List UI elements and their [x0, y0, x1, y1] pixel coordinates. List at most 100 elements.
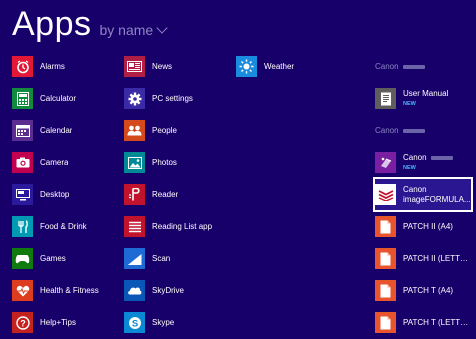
- imageformula-icon: [375, 184, 396, 205]
- group-header-canon: Canon: [375, 51, 471, 82]
- app-label: Reading List app: [152, 221, 213, 231]
- app-patch-ii-a4[interactable]: PATCH II (A4): [375, 211, 471, 242]
- app-label: User Manual: [403, 89, 449, 98]
- sort-label: by name: [99, 22, 154, 38]
- scan-icon: [124, 248, 145, 269]
- alarm-icon: [12, 56, 33, 77]
- group-header-label: Canon: [375, 62, 399, 71]
- app-people[interactable]: People: [124, 115, 244, 146]
- desktop-icon: [12, 184, 33, 205]
- help-icon: ?: [12, 312, 33, 333]
- games-icon: [12, 248, 33, 269]
- apps-header: Apps by name: [12, 4, 168, 44]
- app-patch-t-a4[interactable]: PATCH T (A4): [375, 275, 471, 306]
- group-header-label: Canon: [375, 126, 399, 135]
- food-drink-icon: [12, 216, 33, 237]
- new-badge: NEW: [403, 165, 416, 171]
- app-label: Games: [40, 253, 66, 263]
- canon-app-icon: [375, 152, 396, 173]
- app-user-manual[interactable]: User Manual NEW: [375, 83, 471, 114]
- gear-icon: [124, 88, 145, 109]
- app-label: Help+Tips: [40, 317, 76, 327]
- redacted-text: [402, 64, 425, 69]
- app-desktop[interactable]: Desktop: [12, 179, 132, 210]
- app-label: Weather: [264, 61, 295, 71]
- app-label: Food & Drink: [40, 221, 87, 231]
- app-label: Camera: [40, 157, 69, 167]
- svg-text:?: ?: [20, 318, 26, 328]
- calendar-icon: [12, 120, 33, 141]
- reading-list-icon: [124, 216, 145, 237]
- app-label: Canon: [403, 153, 427, 162]
- app-label: Calculator: [40, 93, 77, 103]
- app-help-tips[interactable]: ? Help+Tips: [12, 307, 132, 338]
- app-label: Photos: [152, 157, 177, 167]
- app-label-block: Canon imageFORMULA...: [403, 185, 471, 205]
- camera-icon: [12, 152, 33, 173]
- app-reading-list[interactable]: Reading List app: [124, 211, 244, 242]
- app-label: News: [152, 61, 173, 71]
- app-patch-t-letter[interactable]: PATCH T (LETTER): [375, 307, 471, 338]
- app-label-line1: Canon: [403, 184, 427, 194]
- app-weather[interactable]: Weather: [236, 51, 356, 82]
- document-icon: [375, 88, 396, 109]
- calculator-icon: [12, 88, 33, 109]
- app-reader[interactable]: Reader: [124, 179, 244, 210]
- app-label: Desktop: [40, 189, 70, 199]
- app-label: Skype: [152, 317, 175, 327]
- app-label: PATCH T (A4): [403, 285, 454, 295]
- app-calculator[interactable]: Calculator: [12, 83, 132, 114]
- health-fitness-icon: [12, 280, 33, 301]
- app-label: SkyDrive: [152, 285, 185, 295]
- page-title: Apps: [12, 5, 92, 43]
- app-label: Reader: [152, 189, 179, 199]
- app-label: PATCH T (LETTER): [403, 317, 471, 327]
- people-icon: [124, 120, 145, 141]
- app-label: Scan: [152, 253, 171, 263]
- app-column-3: Weather: [236, 51, 356, 83]
- sort-by-name-dropdown[interactable]: by name: [99, 21, 168, 38]
- app-column-1: Alarms Calculator Calendar Camera Deskto…: [12, 51, 132, 339]
- app-calendar[interactable]: Calendar: [12, 115, 132, 146]
- app-column-4: Canon User Manual NEW Canon Canon NEW Ca…: [373, 51, 473, 339]
- app-canon[interactable]: Canon NEW: [375, 147, 471, 178]
- app-health-fitness[interactable]: Health & Fitness: [12, 275, 132, 306]
- app-label: PC settings: [152, 93, 193, 103]
- app-label: Alarms: [40, 61, 65, 71]
- app-pc-settings[interactable]: PC settings: [124, 83, 244, 114]
- redacted-text: [402, 128, 425, 133]
- app-label: Calendar: [40, 125, 73, 135]
- new-badge: NEW: [403, 101, 416, 107]
- app-label-line2: imageFORMULA...: [403, 194, 471, 204]
- document-icon: [375, 280, 396, 301]
- reader-icon: [124, 184, 145, 205]
- app-skydrive[interactable]: SkyDrive: [124, 275, 244, 306]
- app-canon-imageformula[interactable]: Canon imageFORMULA...: [373, 177, 473, 212]
- chevron-down-icon: [156, 21, 168, 34]
- news-icon: [124, 56, 145, 77]
- app-column-2: News PC settings People Photos Reader Re…: [124, 51, 244, 339]
- document-icon: [375, 248, 396, 269]
- group-header-canon-2: Canon: [375, 115, 471, 146]
- app-food-drink[interactable]: Food & Drink: [12, 211, 132, 242]
- app-games[interactable]: Games: [12, 243, 132, 274]
- app-label-block: User Manual NEW: [403, 89, 448, 108]
- app-label: PATCH II (LETTER): [403, 253, 471, 263]
- app-photos[interactable]: Photos: [124, 147, 244, 178]
- redacted-text: [430, 155, 453, 160]
- svg-text:S: S: [131, 318, 137, 329]
- document-icon: [375, 216, 396, 237]
- skype-icon: S: [124, 312, 145, 333]
- document-icon: [375, 312, 396, 333]
- app-label: PATCH II (A4): [403, 221, 453, 231]
- skydrive-icon: [124, 280, 145, 301]
- app-skype[interactable]: S Skype: [124, 307, 244, 338]
- app-alarms[interactable]: Alarms: [12, 51, 132, 82]
- app-camera[interactable]: Camera: [12, 147, 132, 178]
- app-patch-ii-letter[interactable]: PATCH II (LETTER): [375, 243, 471, 274]
- photos-icon: [124, 152, 145, 173]
- app-news[interactable]: News: [124, 51, 244, 82]
- app-label: Health & Fitness: [40, 285, 99, 295]
- app-scan[interactable]: Scan: [124, 243, 244, 274]
- app-label: People: [152, 125, 177, 135]
